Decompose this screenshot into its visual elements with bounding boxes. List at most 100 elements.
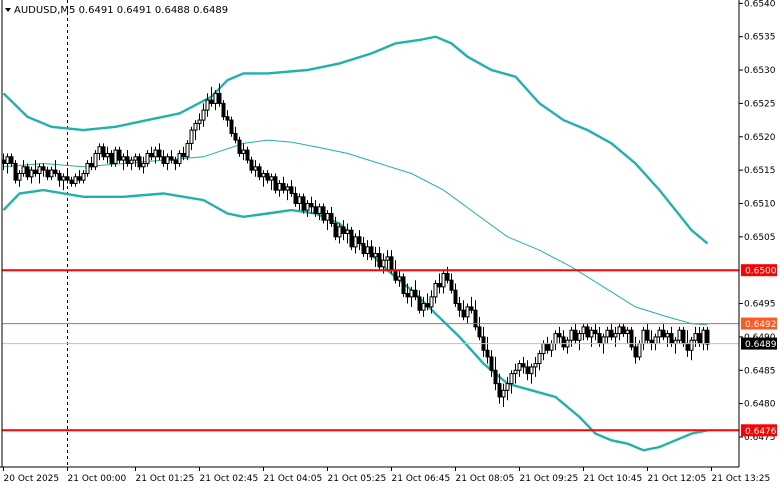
y-tick-label: 0.6495 bbox=[744, 300, 776, 310]
candle-body bbox=[549, 343, 554, 351]
candle-body bbox=[425, 303, 430, 308]
candle-body bbox=[33, 169, 38, 174]
candle-body bbox=[665, 333, 670, 338]
candle-body bbox=[449, 279, 454, 291]
candle-body bbox=[181, 152, 186, 158]
x-tick-label: 21 Oct 13:25 bbox=[712, 474, 771, 484]
candle-body bbox=[101, 146, 106, 158]
candle-body bbox=[177, 152, 182, 164]
candle-body bbox=[109, 152, 114, 164]
candle-body bbox=[637, 343, 642, 358]
candle-body bbox=[93, 152, 98, 168]
candle-body bbox=[285, 186, 290, 191]
x-tick-label: 21 Oct 04:05 bbox=[264, 474, 323, 484]
candle-body bbox=[325, 212, 330, 221]
candle-body bbox=[225, 116, 230, 121]
candle-body bbox=[693, 333, 698, 341]
candle-body bbox=[345, 229, 350, 235]
candle-body bbox=[397, 276, 402, 281]
candle-body bbox=[149, 152, 154, 158]
candle-body bbox=[9, 156, 14, 164]
candle-body bbox=[697, 333, 702, 345]
candle-body bbox=[257, 166, 262, 178]
candle-body bbox=[77, 176, 82, 181]
candle-body bbox=[381, 259, 386, 268]
candle-body bbox=[557, 333, 562, 338]
candle-body bbox=[273, 176, 278, 191]
candle-body bbox=[141, 162, 146, 168]
candle-body bbox=[29, 169, 34, 178]
candle-body bbox=[545, 343, 550, 351]
candle-body bbox=[49, 169, 54, 178]
candle-body bbox=[217, 92, 222, 104]
candle bbox=[113, 146, 118, 167]
x-tick-label: 21 Oct 01:25 bbox=[136, 474, 195, 484]
candle-body bbox=[369, 246, 374, 258]
candle-body bbox=[457, 303, 462, 311]
candle-body bbox=[329, 212, 334, 224]
x-tick-label: 20 Oct 2025 bbox=[4, 474, 60, 484]
candle-body bbox=[157, 149, 162, 158]
candle-body bbox=[73, 176, 78, 184]
candle-body bbox=[193, 122, 198, 131]
candle-body bbox=[113, 149, 118, 164]
candle-body bbox=[581, 326, 586, 335]
candle-body bbox=[437, 283, 442, 288]
candle-body bbox=[317, 206, 322, 214]
candle-body bbox=[213, 92, 218, 104]
candle-body bbox=[465, 306, 470, 318]
candle-body bbox=[125, 156, 130, 164]
candle-body bbox=[657, 329, 662, 338]
candle-body bbox=[289, 186, 294, 194]
candle-body bbox=[53, 169, 58, 174]
candle-body bbox=[605, 329, 610, 338]
y-tick-label: 0.6530 bbox=[744, 66, 776, 76]
candle-body bbox=[505, 383, 510, 391]
candle-body bbox=[513, 369, 518, 375]
candle-body bbox=[661, 329, 666, 338]
candle-body bbox=[13, 162, 18, 181]
price-chart[interactable]: 0.6540 0.6535 0.6530 0.6525 0.6520 0.6515 0.65… bbox=[0, 0, 781, 489]
candle bbox=[221, 100, 226, 121]
candle-body bbox=[341, 226, 346, 234]
candle bbox=[13, 160, 18, 184]
candle-body bbox=[229, 119, 234, 134]
level-price-tag-label: 0.6500 bbox=[745, 267, 777, 277]
candle-body bbox=[597, 333, 602, 345]
candle-body bbox=[593, 329, 598, 335]
candle-body bbox=[533, 363, 538, 368]
y-tick-label: 0.6520 bbox=[744, 133, 776, 143]
candle-body bbox=[509, 373, 514, 385]
candle-body bbox=[521, 363, 526, 368]
candle-body bbox=[185, 142, 190, 158]
candle-body bbox=[485, 349, 490, 358]
candle-body bbox=[241, 149, 246, 154]
candle-body bbox=[685, 343, 690, 351]
candle-body bbox=[249, 159, 254, 171]
x-tick-label: 21 Oct 10:45 bbox=[584, 474, 643, 484]
candle-body bbox=[469, 306, 474, 311]
candle bbox=[321, 203, 326, 224]
x-tick-label: 21 Oct 00:00 bbox=[68, 474, 127, 484]
candle-body bbox=[441, 273, 446, 288]
candle-body bbox=[705, 329, 710, 345]
candle-body bbox=[405, 293, 410, 298]
candle-body bbox=[553, 333, 558, 345]
candle-body bbox=[429, 296, 434, 308]
x-tick-label: 21 Oct 02:45 bbox=[200, 474, 259, 484]
candle-body bbox=[393, 269, 398, 281]
x-tick-label: 21 Oct 08:05 bbox=[456, 474, 515, 484]
candle-body bbox=[173, 159, 178, 164]
candle-body bbox=[45, 169, 50, 178]
candle-body bbox=[473, 309, 478, 328]
candle-body bbox=[169, 156, 174, 161]
candle-body bbox=[189, 129, 194, 144]
candle-body bbox=[117, 149, 122, 161]
candle-body bbox=[305, 202, 310, 211]
candle-body bbox=[493, 369, 498, 385]
candle-body bbox=[477, 326, 482, 338]
candle-body bbox=[645, 329, 650, 341]
candle-body bbox=[681, 329, 686, 345]
candle bbox=[229, 116, 234, 137]
candle-body bbox=[41, 166, 46, 171]
